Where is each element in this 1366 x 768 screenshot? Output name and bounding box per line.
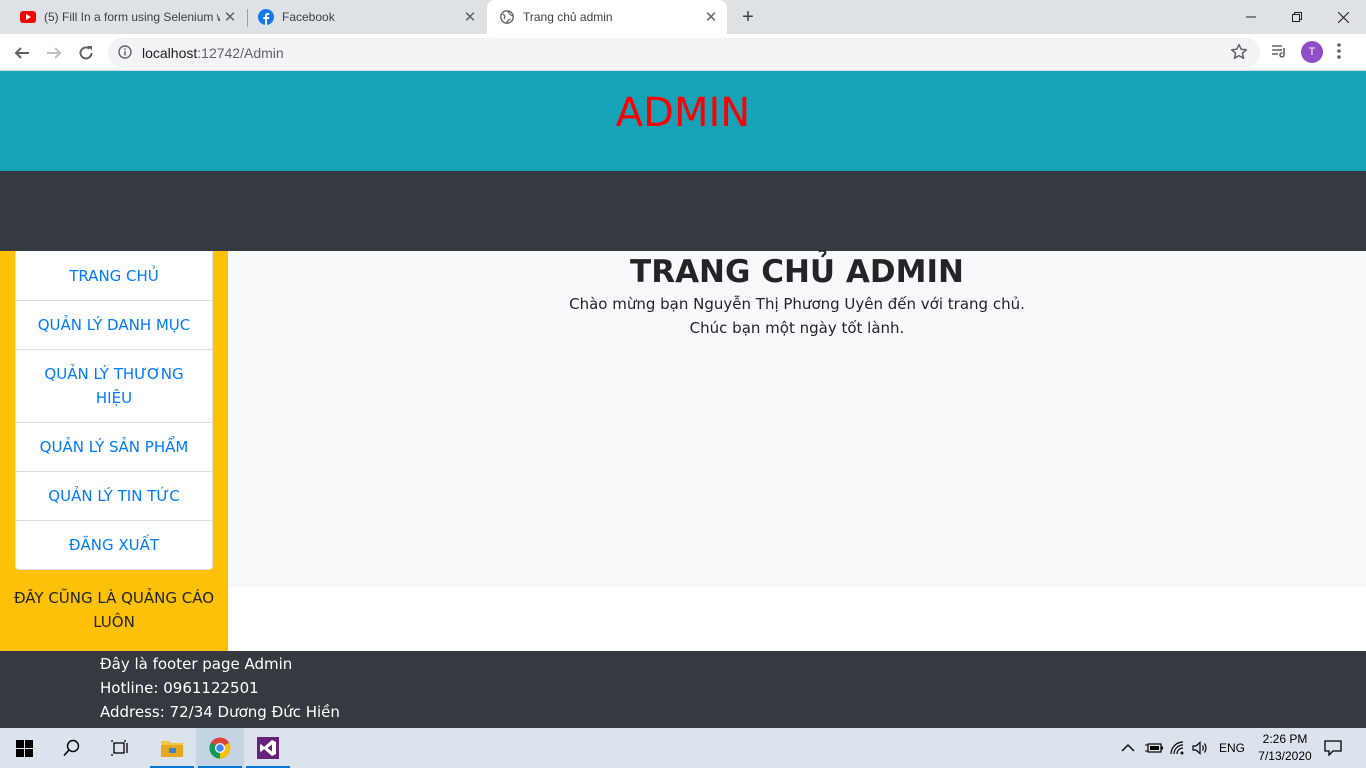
tab-title: (5) Fill In a form using Selenium w <box>44 10 220 24</box>
sidebar-menu: TRANG CHỦ QUẢN LÝ DANH MỤC QUẢN LÝ THƯƠN… <box>15 251 213 570</box>
url-host: localhost <box>142 45 198 61</box>
speaker-icon <box>1192 741 1207 755</box>
battery-status[interactable] <box>1145 728 1163 768</box>
footer-hotline: Hotline: 0961122501 <box>100 679 259 697</box>
network-status[interactable] <box>1170 728 1186 768</box>
back-button[interactable] <box>8 39 36 67</box>
page-header: ADMIN <box>0 71 1366 171</box>
footer-line-title: Đây là footer page Admin <box>100 655 293 673</box>
address-bar[interactable]: localhost:12742/Admin <box>108 38 1260 67</box>
wifi-icon <box>1170 741 1184 755</box>
facebook-icon <box>258 9 274 25</box>
page-footer: Đây là footer page Admin Hotline: 096112… <box>0 651 1366 728</box>
clock-date: 7/13/2020 <box>1258 749 1312 763</box>
footer-address: Address: 72/34 Dương Đức Hiền <box>100 703 340 721</box>
action-center-button[interactable] <box>1324 728 1342 768</box>
restore-icon <box>1292 12 1302 22</box>
clock-time: 2:26 PM <box>1262 732 1308 746</box>
close-tab-icon[interactable]: ✕ <box>701 7 721 27</box>
tab-title: Facebook <box>282 10 335 24</box>
main-content: TRANG CHỦ ADMIN Chào mừng bạn Nguyễn Thị… <box>228 251 1366 587</box>
nav-bar <box>0 171 1366 251</box>
tab-youtube[interactable]: (5) Fill In a form using Selenium w ✕ <box>0 0 246 34</box>
menu-item-brands[interactable]: QUẢN LÝ THƯƠNG HIỆU <box>16 349 212 422</box>
input-language[interactable]: ENG <box>1219 728 1245 768</box>
minimize-icon <box>1246 16 1256 18</box>
wish-text: Chúc bạn một ngày tốt lành. <box>689 319 905 337</box>
close-icon <box>1337 11 1349 23</box>
windows-logo-icon <box>15 739 33 757</box>
file-explorer-app[interactable] <box>148 728 196 768</box>
show-hidden-icons[interactable] <box>1121 728 1135 768</box>
notification-icon <box>1324 740 1342 756</box>
sidebar: TRANG CHỦ QUẢN LÝ DANH MỤC QUẢN LÝ THƯƠN… <box>0 251 228 651</box>
volume-control[interactable] <box>1192 728 1208 768</box>
tab-title: Trang chủ admin <box>523 10 613 24</box>
url-path: :12742/Admin <box>197 45 284 61</box>
info-icon[interactable] <box>118 45 132 64</box>
menu-item-categories[interactable]: QUẢN LÝ DANH MỤC <box>16 300 212 349</box>
visual-studio-icon <box>257 737 279 759</box>
reload-icon <box>79 46 93 60</box>
close-window-button[interactable] <box>1320 0 1366 34</box>
tab-facebook[interactable]: Facebook ✕ <box>238 0 486 34</box>
welcome-text: Chào mừng bạn Nguyễn Thị Phương Uyên đến… <box>569 295 1025 313</box>
menu-item-home[interactable]: TRANG CHỦ <box>16 251 212 300</box>
header-title: ADMIN <box>615 90 751 136</box>
reload-button[interactable] <box>72 39 100 67</box>
page-title: TRANG CHỦ ADMIN <box>630 254 964 290</box>
chevron-up-icon <box>1121 744 1135 752</box>
menu-item-news[interactable]: QUẢN LÝ TIN TỨC <box>16 471 212 520</box>
start-button[interactable] <box>0 728 48 768</box>
menu-item-logout[interactable]: ĐĂNG XUẤT <box>16 520 212 569</box>
forward-button[interactable] <box>40 39 68 67</box>
taskbar: ENG 2:26 PM 7/13/2020 <box>0 728 1366 768</box>
profile-avatar[interactable]: T <box>1301 41 1323 63</box>
visual-studio-app[interactable] <box>244 728 292 768</box>
more-menu-icon[interactable] <box>1336 42 1342 65</box>
taskbar-clock[interactable]: 2:26 PM 7/13/2020 <box>1252 731 1318 765</box>
close-tab-icon[interactable]: ✕ <box>460 7 480 27</box>
chrome-icon <box>209 737 231 759</box>
new-tab-button[interactable]: + <box>736 6 760 28</box>
arrow-right-icon <box>47 47 62 59</box>
sidebar-ad-text: ĐÂY CŨNG LÀ QUẢNG CÁO LUÔN <box>13 589 215 631</box>
bookmark-star-icon[interactable] <box>1230 43 1248 66</box>
task-view-button[interactable] <box>96 728 144 768</box>
globe-icon <box>499 9 515 25</box>
chrome-app[interactable] <box>196 728 244 768</box>
restore-button[interactable] <box>1274 0 1320 34</box>
browser-toolbar: localhost:12742/Admin <box>0 34 1366 71</box>
search-button[interactable] <box>48 728 96 768</box>
folder-icon <box>161 741 183 757</box>
youtube-icon <box>20 9 36 25</box>
menu-item-products[interactable]: QUẢN LÝ SẢN PHẨM <box>16 422 212 471</box>
tab-admin-active[interactable]: Trang chủ admin ✕ <box>487 0 727 34</box>
search-icon <box>63 739 80 757</box>
tab-strip: (5) Fill In a form using Selenium w ✕ Fa… <box>0 0 1366 34</box>
close-tab-icon[interactable]: ✕ <box>220 7 240 27</box>
arrow-left-icon <box>14 47 29 59</box>
url-text: localhost:12742/Admin <box>142 45 284 61</box>
battery-icon <box>1145 743 1163 753</box>
media-queue-icon[interactable] <box>1270 42 1288 65</box>
task-view-icon <box>111 740 128 756</box>
minimize-button[interactable] <box>1228 0 1274 34</box>
